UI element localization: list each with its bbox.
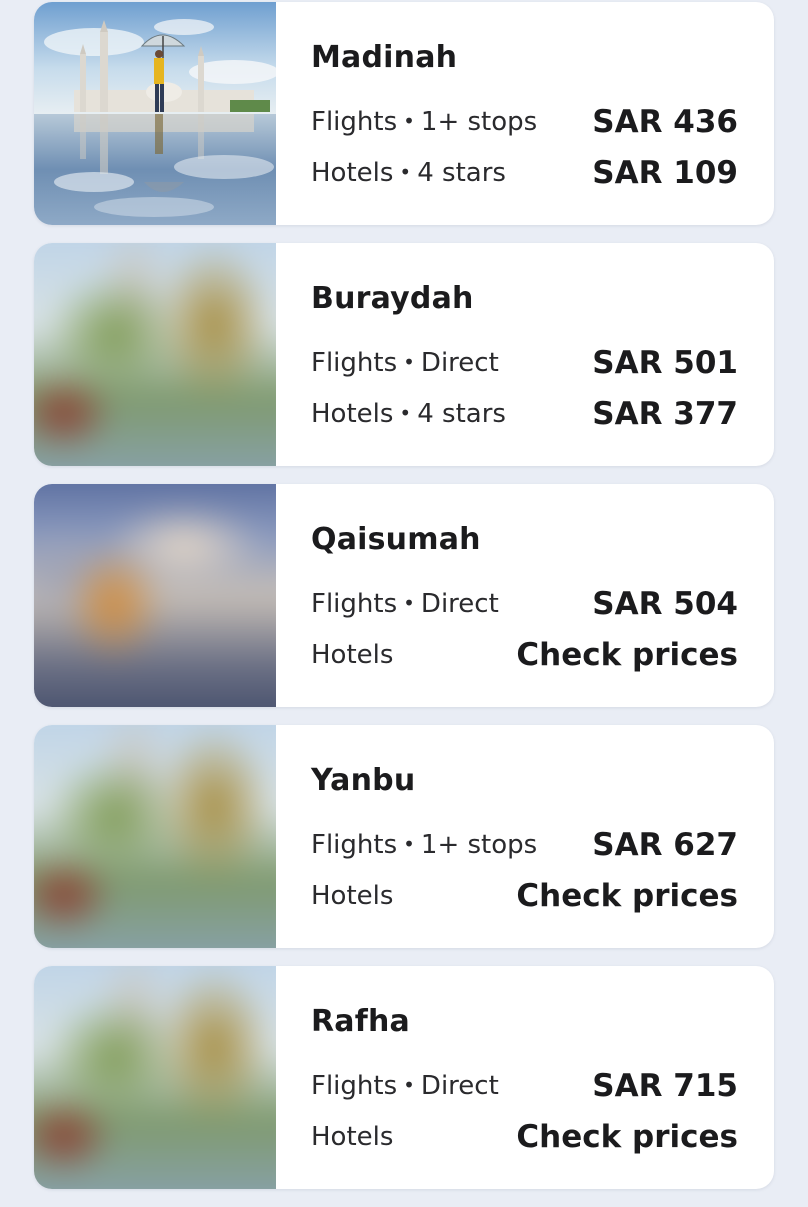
destination-name: Qaisumah [311, 522, 481, 557]
destination-info: Madinah Flights • 1+ stops SAR 436 Hotels •… [311, 2, 738, 225]
destination-name: Madinah [311, 40, 458, 75]
hotels-price[interactable]: Check prices [516, 1119, 738, 1155]
destination-card-rafha[interactable]: Rafha Flights • Direct SAR 715 Hotels Chec… [34, 966, 774, 1189]
destination-info: Rafha Flights • Direct SAR 715 Hotels Chec… [311, 966, 738, 1189]
hotels-row: Hotels Check prices [311, 635, 738, 675]
flights-price: SAR 504 [592, 586, 738, 622]
flights-label: Flights • Direct [311, 1071, 499, 1101]
flights-price: SAR 436 [592, 104, 738, 140]
destination-list: Madinah Flights • 1+ stops SAR 436 Hotels •… [34, 2, 774, 1207]
destination-photo [34, 966, 276, 1189]
hotels-row: Hotels • 4 stars SAR 377 [311, 394, 738, 434]
destination-photo [34, 243, 276, 466]
flights-row: Flights • 1+ stops SAR 627 [311, 825, 738, 865]
destination-info: Buraydah Flights • Direct SAR 501 Hotels • 4… [311, 243, 738, 466]
hotels-price[interactable]: Check prices [516, 637, 738, 673]
blurred-city-image [34, 966, 276, 1189]
destination-card-madinah[interactable]: Madinah Flights • 1+ stops SAR 436 Hotels •… [34, 2, 774, 225]
hotels-price[interactable]: Check prices [516, 878, 738, 914]
destination-name: Buraydah [311, 281, 474, 316]
destination-card-buraydah[interactable]: Buraydah Flights • Direct SAR 501 Hotels • 4… [34, 243, 774, 466]
flights-price: SAR 715 [592, 1068, 738, 1104]
hotels-row: Hotels Check prices [311, 1117, 738, 1157]
destination-info: Yanbu Flights • 1+ stops SAR 627 Hotels Ch… [311, 725, 738, 948]
hotels-price: SAR 377 [592, 396, 738, 432]
blurred-city-image [34, 725, 276, 948]
flights-label: Flights • 1+ stops [311, 830, 538, 860]
destination-name: Rafha [311, 1004, 410, 1039]
flights-row: Flights • 1+ stops SAR 436 [311, 102, 738, 142]
flights-label: Flights • Direct [311, 348, 499, 378]
destination-photo [34, 725, 276, 948]
hotels-label: Hotels [311, 881, 394, 911]
blurred-skyline-image [34, 484, 276, 707]
destination-photo [34, 2, 276, 225]
flights-row: Flights • Direct SAR 504 [311, 584, 738, 624]
destination-card-qaisumah[interactable]: Qaisumah Flights • Direct SAR 504 Hotels C… [34, 484, 774, 707]
destination-card-yanbu[interactable]: Yanbu Flights • 1+ stops SAR 627 Hotels Ch… [34, 725, 774, 948]
hotels-label: Hotels • 4 stars [311, 399, 506, 429]
mosque-reflection-image [34, 2, 276, 225]
flights-row: Flights • Direct SAR 501 [311, 343, 738, 383]
flights-label: Flights • 1+ stops [311, 107, 538, 137]
destination-photo [34, 484, 276, 707]
blurred-city-image [34, 243, 276, 466]
flights-label: Flights • Direct [311, 589, 499, 619]
hotels-label: Hotels [311, 640, 394, 670]
flights-row: Flights • Direct SAR 715 [311, 1066, 738, 1106]
flights-price: SAR 501 [592, 345, 738, 381]
flights-price: SAR 627 [592, 827, 738, 863]
hotels-row: Hotels • 4 stars SAR 109 [311, 153, 738, 193]
destination-info: Qaisumah Flights • Direct SAR 504 Hotels C… [311, 484, 738, 707]
hotels-price: SAR 109 [592, 155, 738, 191]
hotels-row: Hotels Check prices [311, 876, 738, 916]
hotels-label: Hotels • 4 stars [311, 158, 506, 188]
hotels-label: Hotels [311, 1122, 394, 1152]
destination-name: Yanbu [311, 763, 416, 798]
